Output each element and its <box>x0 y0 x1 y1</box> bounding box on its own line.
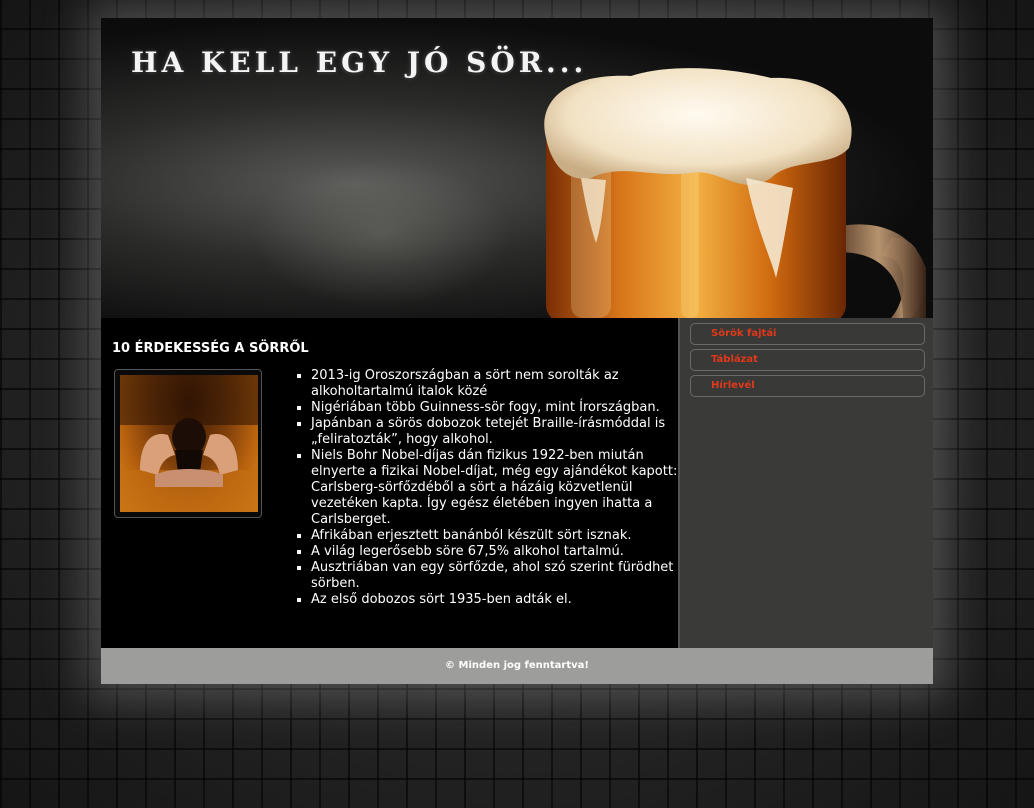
list-item: Az első dobozos sört 1935-ben adták el. <box>311 592 691 608</box>
sidebar-item-tablazat[interactable]: Táblázat <box>690 349 925 371</box>
sidebar-item-label: Hírlevél <box>711 380 755 391</box>
list-item: 2013-ig Oroszországban a sört nem sorolt… <box>311 368 691 400</box>
list-item: Afrikában erjesztett banánból készült sö… <box>311 528 691 544</box>
page-container: HA KELL EGY JÓ SÖR... 10 ÉRDEKESSÉG A SÖ… <box>101 18 933 684</box>
list-item: Japánban a sörös dobozok tetejét Braille… <box>311 416 691 448</box>
sidebar-item-label: Sörök fajtái <box>711 328 777 339</box>
article-heading: 10 ÉRDEKESSÉG A SÖRRŐL <box>112 341 309 356</box>
photo-frame <box>114 369 262 518</box>
bathing-person-illustration <box>120 375 258 512</box>
banner-wall-glow <box>251 158 511 308</box>
header-banner: HA KELL EGY JÓ SÖR... <box>101 18 933 319</box>
list-item: A világ legerősebb söre 67,5% alkohol ta… <box>311 544 691 560</box>
list-item: Ausztriában van egy sörfőzde, ahol szó s… <box>311 560 691 592</box>
main-content: 10 ÉRDEKESSÉG A SÖRRŐL 2013-ig Oroszorsz… <box>101 318 686 648</box>
footer: © Minden jog fenntartva! <box>101 648 933 684</box>
beer-bath-photo <box>120 375 258 512</box>
site-title: HA KELL EGY JÓ SÖR... <box>131 46 588 79</box>
beer-mug-image <box>544 68 926 318</box>
sidebar-item-sorok-fajtai[interactable]: Sörök fajtái <box>690 323 925 345</box>
sidebar-nav: Sörök fajtái Táblázat Hírlevél <box>678 318 933 648</box>
sidebar-item-hirlevel[interactable]: Hírlevél <box>690 375 925 397</box>
list-item: Nigériában több Guinness-sör fogy, mint … <box>311 400 691 416</box>
list-item: Niels Bohr Nobel-díjas dán fizikus 1922-… <box>311 448 691 528</box>
facts-list: 2013-ig Oroszországban a sört nem sorolt… <box>293 368 691 608</box>
copyright-text: © Minden jog fenntartva! <box>445 660 589 671</box>
sidebar-item-label: Táblázat <box>711 354 758 365</box>
